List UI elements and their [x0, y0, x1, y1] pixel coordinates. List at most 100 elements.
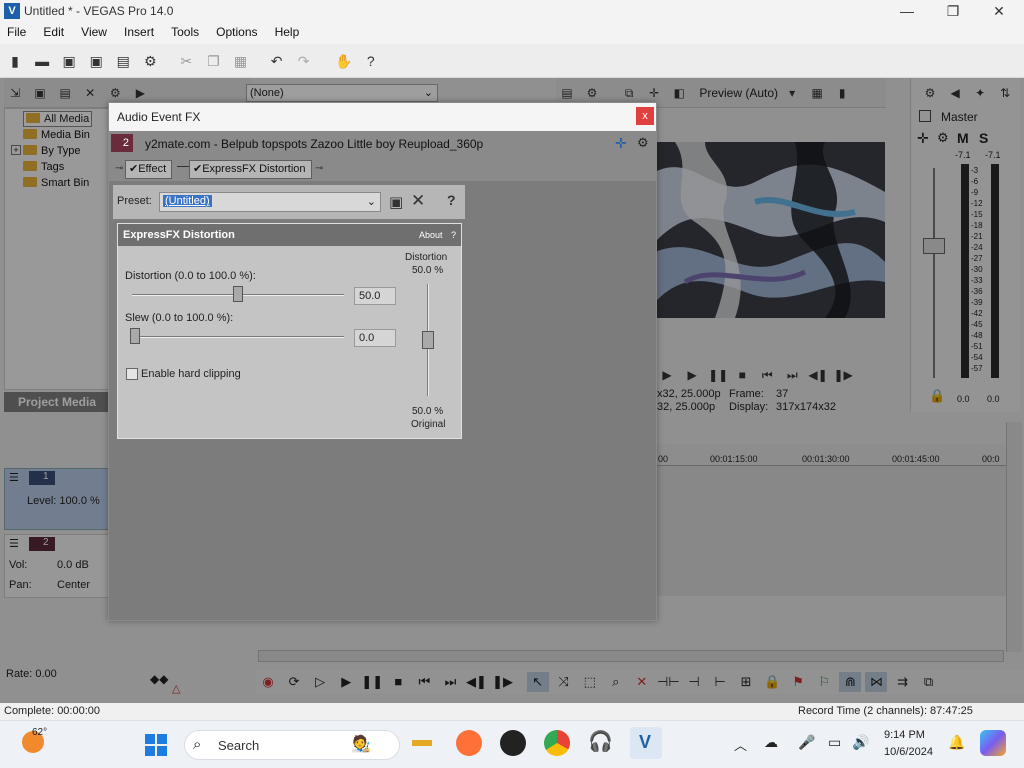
get-media-icon[interactable]: ▤	[56, 84, 74, 102]
tree-item-media-bin[interactable]: Media Bin	[23, 127, 90, 143]
loop-icon[interactable]: ⟳	[283, 672, 305, 692]
next-frame-icon[interactable]: ❚▶	[833, 366, 852, 384]
stop-icon[interactable]: ■	[387, 672, 409, 692]
zoom-tool-icon[interactable]: ⌕	[605, 672, 627, 692]
about-link[interactable]: About	[419, 230, 443, 240]
save-preset-icon[interactable]: ▣	[389, 193, 403, 211]
split-screen-icon[interactable]: ⧉	[620, 84, 638, 102]
collapse-icon[interactable]: ☰	[9, 471, 19, 484]
hard-clipping-checkbox[interactable]	[126, 368, 138, 380]
open-folder-icon[interactable]: ▬	[31, 50, 53, 72]
master-settings-icon[interactable]: ⇅	[996, 84, 1014, 102]
rate-slider-icon[interactable]: ◆◆	[150, 672, 168, 686]
about-help-icon[interactable]: ?	[451, 230, 456, 240]
headphones-app-icon[interactable]: 🎧	[588, 729, 616, 757]
pause-icon[interactable]: ❚❚	[708, 366, 728, 384]
copy-snapshot-icon[interactable]: ▮	[833, 84, 851, 102]
lock-event-icon[interactable]: 🔒	[761, 672, 783, 692]
go-start-icon[interactable]: ⏮	[758, 366, 776, 384]
pause-icon[interactable]: ❚❚	[361, 672, 383, 692]
new-file-icon[interactable]: ▮	[4, 50, 26, 72]
master-checkbox[interactable]	[919, 110, 931, 122]
delete-preset-icon[interactable]: ✕	[411, 191, 425, 211]
overlay-icon[interactable]: ✛	[645, 84, 663, 102]
vertical-scrollbar[interactable]	[1006, 422, 1022, 652]
file-explorer-icon[interactable]: ▬	[412, 729, 440, 757]
external-monitor-icon[interactable]: ◧	[670, 84, 688, 102]
preview-properties-icon[interactable]: ▤	[558, 84, 576, 102]
distortion-slider-thumb[interactable]	[233, 286, 243, 302]
prev-frame-icon[interactable]: ◀❚	[808, 366, 827, 384]
mix-slider-thumb[interactable]	[422, 331, 434, 349]
split-icon[interactable]: ⊞	[735, 672, 757, 692]
slew-slider-thumb[interactable]	[130, 328, 140, 344]
solo-button[interactable]: S	[979, 130, 988, 146]
selection-tool-icon[interactable]: ⬚	[579, 672, 601, 692]
cut-icon[interactable]: ✂	[175, 50, 197, 72]
snapping-magnet-icon[interactable]: ⋒	[839, 672, 862, 692]
tree-item-tags[interactable]: Tags	[23, 159, 64, 175]
copy-icon[interactable]: ❐	[202, 50, 224, 72]
distortion-value-input[interactable]: 50.0	[354, 287, 396, 305]
preview-gear-icon[interactable]: ⚙	[583, 84, 601, 102]
maximize-button[interactable]: ❐	[930, 0, 976, 22]
clock-date[interactable]: 10/6/2024	[884, 746, 933, 758]
vegas-taskbar-icon[interactable]: V	[630, 727, 662, 759]
menu-view[interactable]: View	[74, 22, 114, 39]
master-insert-icon[interactable]: ◀	[946, 84, 964, 102]
envelope-tool-icon[interactable]: ⤨	[553, 672, 575, 692]
go-start-icon[interactable]: ⏮	[413, 672, 435, 692]
online-help-icon[interactable]: ✋	[333, 50, 355, 72]
play-icon[interactable]: ▶	[658, 366, 676, 384]
show-hidden-icons-icon[interactable]: ︿	[734, 735, 747, 754]
properties-gear-icon[interactable]: ⚙	[139, 50, 161, 72]
network-icon[interactable]: ☁	[764, 734, 778, 751]
slew-slider-track[interactable]	[132, 336, 344, 338]
master-fx-icon[interactable]: ⚙	[937, 130, 949, 146]
expand-toggle[interactable]: +	[11, 145, 21, 155]
play-icon[interactable]: ▶	[683, 366, 701, 384]
import-media-icon[interactable]: ⇲	[6, 84, 24, 102]
save-as-icon[interactable]: ▣	[85, 50, 107, 72]
chevron-down-icon[interactable]: ▾	[783, 84, 801, 102]
help-button[interactable]: ?	[447, 192, 456, 208]
capture-icon[interactable]: ▣	[31, 84, 49, 102]
trim-end-icon[interactable]: ⊢	[709, 672, 731, 692]
tree-item-smart-bin[interactable]: Smart Bin	[23, 175, 89, 191]
stop-icon[interactable]: ■	[733, 366, 751, 384]
mute-button[interactable]: M	[957, 130, 969, 146]
save-icon[interactable]: ▣	[58, 50, 80, 72]
collapse-icon[interactable]: ☰	[9, 537, 19, 550]
master-gear-icon[interactable]: ⚙	[921, 84, 939, 102]
menu-tools[interactable]: Tools	[164, 22, 206, 39]
remove-icon[interactable]: ✕	[81, 84, 99, 102]
normal-edit-tool-icon[interactable]: ↖	[526, 672, 549, 692]
plugin-chain-icon[interactable]: ✛	[615, 135, 627, 152]
obs-icon[interactable]	[500, 730, 526, 756]
effect-toggle[interactable]: ✔Effect	[125, 160, 173, 179]
prev-frame-icon[interactable]: ◀❚	[466, 672, 488, 692]
display-icon[interactable]: ▭	[828, 734, 841, 751]
ripple-edit-icon[interactable]: ⇉	[892, 672, 914, 692]
remove-plugin-icon[interactable]: ⚙	[637, 135, 649, 151]
preset-select[interactable]: (Untitled) ⌄	[159, 192, 381, 212]
minimize-button[interactable]: —	[884, 0, 930, 22]
event-grouping-icon[interactable]: ⧉	[918, 672, 940, 692]
trim-icon[interactable]: ⊣⊢	[657, 672, 680, 692]
media-fx-icon[interactable]: ⚙	[106, 84, 124, 102]
marker-icon[interactable]: ⚑	[787, 672, 809, 692]
menu-options[interactable]: Options	[209, 22, 264, 39]
menu-file[interactable]: File	[0, 22, 33, 39]
redo-icon[interactable]: ↷	[293, 50, 315, 72]
firefox-icon[interactable]	[456, 730, 482, 756]
menu-edit[interactable]: Edit	[36, 22, 71, 39]
notifications-bell-icon[interactable]: 🔔	[948, 734, 965, 751]
pan-value[interactable]: Center	[57, 579, 90, 591]
grid-icon[interactable]: ▦	[808, 84, 826, 102]
play-icon[interactable]: ▶	[335, 672, 357, 692]
weather-temp[interactable]: 62°	[32, 727, 47, 738]
tree-item-by-type[interactable]: By Type	[23, 143, 81, 159]
dialog-close-button[interactable]: x	[636, 107, 654, 125]
go-end-icon[interactable]: ⏭	[439, 672, 461, 692]
taskbar-search[interactable]: ⌕ Search 🧑‍🎨	[184, 730, 400, 760]
